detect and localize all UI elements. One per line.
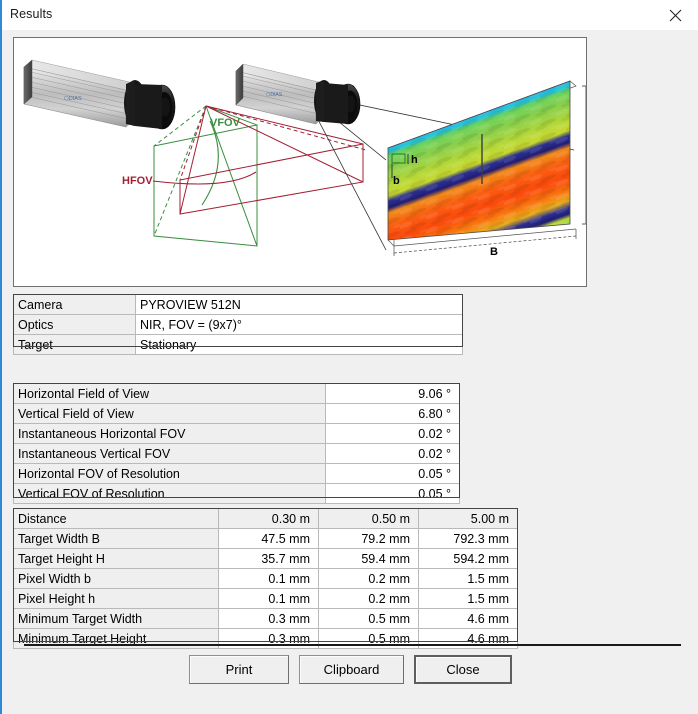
fov-row-label: Horizontal Field of View xyxy=(13,383,326,404)
fov-row-value: 0.02 ° xyxy=(325,423,460,444)
device-table: Camera PYROVIEW 512N Optics NIR, FOV = (… xyxy=(13,294,463,355)
window-title: Results xyxy=(10,7,53,21)
fov-row-label: Horizontal FOV of Resolution xyxy=(13,463,326,484)
clipboard-button[interactable]: Clipboard xyxy=(299,655,404,684)
table-row: Target Height H 35.7 mm 59.4 mm 594.2 mm xyxy=(13,548,518,569)
fov-row-label: Vertical FOV of Resolution xyxy=(13,483,326,504)
table-row: Target Stationary xyxy=(13,334,463,355)
fov-row-label: Vertical Field of View xyxy=(13,403,326,424)
distance-table-body: Distance 0.30 m 0.50 m 5.00 m Target Wid… xyxy=(13,508,518,649)
footer-separator xyxy=(24,644,681,646)
results-window: Results VFOV HFOV ⬡DIAS ⬡DIAS h b B Came… xyxy=(0,0,698,714)
fov-row-value: 9.06 ° xyxy=(325,383,460,404)
device-row-label: Target xyxy=(13,334,136,355)
vfov-label: VFOV xyxy=(210,117,241,129)
pixel-width-label: b xyxy=(393,175,400,187)
distance-row-value: 0.1 mm xyxy=(218,568,319,589)
fov-table-body: Horizontal Field of View 9.06 ° Vertical… xyxy=(13,383,460,504)
distance-row-value: 47.5 mm xyxy=(218,528,319,549)
table-row: Instantaneous Vertical FOV 0.02 ° xyxy=(13,443,460,464)
fov-row-value: 0.02 ° xyxy=(325,443,460,464)
close-icon xyxy=(669,9,682,22)
fov-row-value: 0.05 ° xyxy=(325,463,460,484)
table-row: Vertical Field of View 6.80 ° xyxy=(13,403,460,424)
distance-header-col-1: 0.30 m xyxy=(218,508,319,529)
fov-diagram: VFOV HFOV ⬡DIAS ⬡DIAS h b B xyxy=(14,38,586,286)
close-button[interactable]: Close xyxy=(414,655,512,684)
fov-row-label: Instantaneous Horizontal FOV xyxy=(13,423,326,444)
close-window-button[interactable] xyxy=(653,0,698,30)
device-table-body: Camera PYROVIEW 512N Optics NIR, FOV = (… xyxy=(13,294,463,355)
table-row: Minimum Target Width 0.3 mm 0.5 mm 4.6 m… xyxy=(13,608,518,629)
distance-row-label: Minimum Target Width xyxy=(13,608,219,629)
device-row-value: Stationary xyxy=(135,334,463,355)
distance-row-value: 1.5 mm xyxy=(418,588,518,609)
distance-row-value: 0.3 mm xyxy=(218,608,319,629)
device-row-label: Optics xyxy=(13,314,136,335)
table-row: Optics NIR, FOV = (9x7)° xyxy=(13,314,463,335)
fov-row-value: 0.05 ° xyxy=(325,483,460,504)
distance-row-value: 0.1 mm xyxy=(218,588,319,609)
table-row: Camera PYROVIEW 512N xyxy=(13,294,463,315)
fov-table: Horizontal Field of View 9.06 ° Vertical… xyxy=(13,383,460,504)
distance-row-label: Pixel Width b xyxy=(13,568,219,589)
distance-row-label: Pixel Height h xyxy=(13,588,219,609)
table-row: Horizontal FOV of Resolution 0.05 ° xyxy=(13,463,460,484)
pixel-height-label: h xyxy=(411,154,418,166)
distance-row-value: 35.7 mm xyxy=(218,548,319,569)
distance-row-value: 0.5 mm xyxy=(318,608,419,629)
camera-brand-right: ⬡DIAS xyxy=(266,92,283,98)
fov-diagram-panel: VFOV HFOV ⬡DIAS ⬡DIAS h b B xyxy=(13,37,587,287)
distance-row-label: Target Width B xyxy=(13,528,219,549)
device-row-value: PYROVIEW 512N xyxy=(135,294,463,315)
distance-header-col-2: 0.50 m xyxy=(318,508,419,529)
distance-table: Distance 0.30 m 0.50 m 5.00 m Target Wid… xyxy=(13,508,518,649)
table-row: Pixel Width b 0.1 mm 0.2 mm 1.5 mm xyxy=(13,568,518,589)
fov-row-label: Instantaneous Vertical FOV xyxy=(13,443,326,464)
hfov-label: HFOV xyxy=(122,175,153,187)
table-row: Pixel Height h 0.1 mm 0.2 mm 1.5 mm xyxy=(13,588,518,609)
distance-row-value: 79.2 mm xyxy=(318,528,419,549)
print-button[interactable]: Print xyxy=(189,655,289,684)
table-row: Vertical FOV of Resolution 0.05 ° xyxy=(13,483,460,504)
device-row-value: NIR, FOV = (9x7)° xyxy=(135,314,463,335)
distance-header-label: Distance xyxy=(13,508,219,529)
device-row-label: Camera xyxy=(13,294,136,315)
distance-row-label: Target Height H xyxy=(13,548,219,569)
title-bar: Results xyxy=(2,0,698,30)
table-row: Instantaneous Horizontal FOV 0.02 ° xyxy=(13,423,460,444)
distance-row-value: 0.2 mm xyxy=(318,588,419,609)
distance-row-value: 4.6 mm xyxy=(418,608,518,629)
fov-row-value: 6.80 ° xyxy=(325,403,460,424)
button-bar: Print Clipboard Close xyxy=(2,655,698,695)
distance-row-value: 792.3 mm xyxy=(418,528,518,549)
distance-row-value: 59.4 mm xyxy=(318,548,419,569)
table-row: Horizontal Field of View 9.06 ° xyxy=(13,383,460,404)
table-row: Target Width B 47.5 mm 79.2 mm 792.3 mm xyxy=(13,528,518,549)
distance-row-value: 0.2 mm xyxy=(318,568,419,589)
table-header-row: Distance 0.30 m 0.50 m 5.00 m xyxy=(13,508,518,529)
target-width-label: B xyxy=(490,246,498,258)
distance-row-value: 1.5 mm xyxy=(418,568,518,589)
camera-brand-left: ⬡DIAS xyxy=(64,95,82,102)
distance-header-col-3: 5.00 m xyxy=(418,508,518,529)
distance-row-value: 594.2 mm xyxy=(418,548,518,569)
